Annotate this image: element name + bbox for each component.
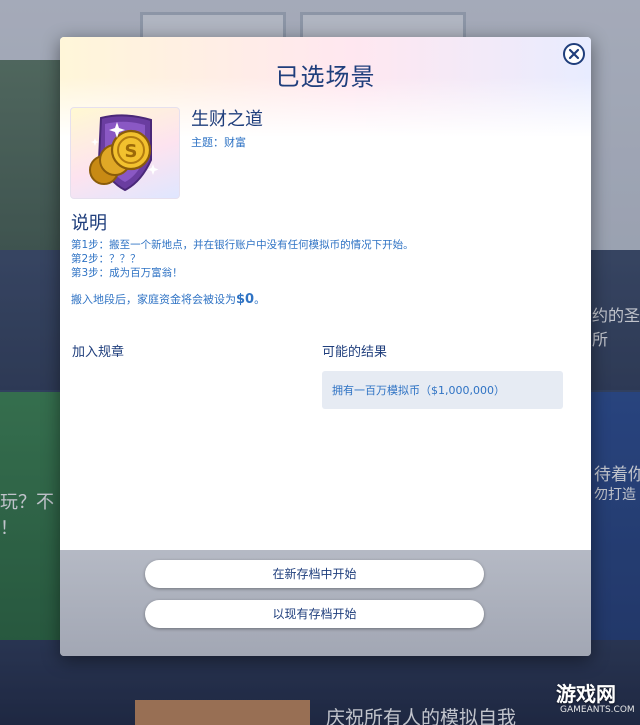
start-new-save-button[interactable]: 在新存档中开始	[145, 560, 484, 588]
outcome-item: 拥有一百万模拟币（$1,000,000）	[322, 371, 563, 409]
outcome-label: 拥有一百万模拟币（$1,000,000）	[332, 384, 505, 397]
svg-text:S: S	[125, 141, 138, 162]
step-line: 第1步：搬至一个新地点，并在银行账户中没有任何模拟币的情况下开始。	[71, 239, 414, 251]
step-line: 第3步：成为百万富翁！	[71, 267, 183, 279]
funds-note: 搬入地段后，家庭资金将会被设为$0。	[71, 291, 265, 307]
rules-heading: 加入规章	[72, 345, 125, 360]
funds-note-text: 搬入地段后，家庭资金将会被设为	[71, 293, 236, 306]
close-button[interactable]	[563, 43, 585, 65]
scenario-thumbnail: S	[70, 107, 180, 199]
site-watermark: 游戏网 GAMEANTS.COM	[548, 678, 638, 722]
modal-footer: 在新存档中开始 以现有存档开始	[60, 550, 591, 656]
close-icon	[568, 48, 580, 60]
step-line: 第2步：？？？	[71, 253, 141, 265]
gold-coins-shield-icon: S	[89, 114, 159, 192]
watermark-sub: GAMEANTS.COM	[560, 705, 635, 715]
scenario-name: 生财之道	[191, 109, 263, 130]
funds-value: $0	[236, 292, 255, 307]
scenario-modal: 已选场景 S 生财之道 主题：财富 说明 第1步：搬至一个新地点，并在银行账户中…	[60, 37, 591, 656]
description-heading: 说明	[71, 213, 107, 234]
modal-title: 已选场景	[275, 63, 376, 91]
watermark-main: 游戏网	[556, 682, 616, 706]
funds-suffix: 。	[254, 293, 266, 306]
outcomes-heading: 可能的结果	[322, 345, 388, 360]
scenario-theme: 主题：财富	[191, 136, 246, 149]
start-existing-save-button[interactable]: 以现有存档开始	[145, 600, 484, 628]
